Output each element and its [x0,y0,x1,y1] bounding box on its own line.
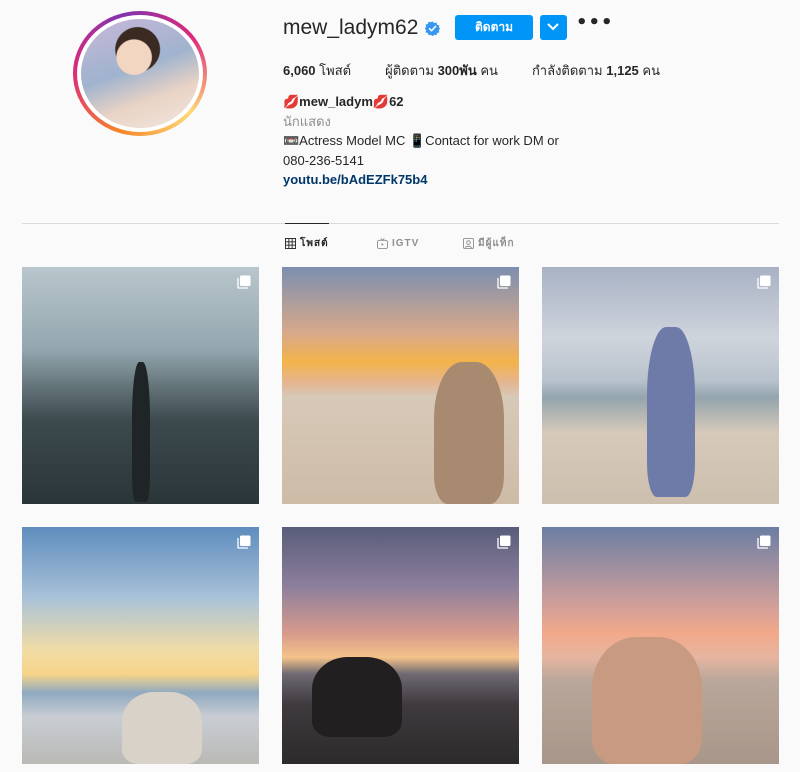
post-tile[interactable] [22,527,259,764]
multiple-posts-icon [757,275,771,289]
tab-igtv-label: IGTV [392,237,420,249]
profile-username: mew_ladym62 [283,16,419,39]
followers-count: 300พัน [437,63,477,78]
avatar-image [81,19,199,128]
tagged-icon [463,237,474,249]
followers-unit: คน [480,63,498,78]
igtv-icon [377,237,388,249]
following-count: 1,125 [606,63,639,78]
following-unit: คน [642,63,661,78]
post-tile[interactable] [282,527,519,764]
tab-posts-label: โพสต์ [300,238,329,249]
multiple-posts-icon [757,535,771,549]
more-options-button[interactable]: ••• [576,14,613,36]
profile-avatar[interactable] [73,11,207,136]
bio-category: นักแสดง [283,113,331,129]
followers-label: ผู้ติดตาม [385,63,434,78]
bio-line-1: 📼Actress Model MC 📱Contact for work DM o… [283,133,559,148]
tab-tagged[interactable]: มีผู้แท็ก [463,223,515,263]
following-stat[interactable]: กำลังติดตาม 1,125 คน [532,60,660,81]
profile-stats: 6,060 โพสต์ ผู้ติดตาม 300พัน คน กำลังติด… [283,60,694,81]
posts-count: 6,060 [283,63,316,78]
verified-badge-icon [425,21,440,36]
follow-button[interactable]: ติดตาม [455,15,533,40]
followers-stat[interactable]: ผู้ติดตาม 300พัน คน [385,60,498,81]
grid-icon [285,238,296,249]
post-tile[interactable] [542,527,779,764]
tab-igtv[interactable]: IGTV [377,223,419,263]
post-tile[interactable] [542,267,779,504]
bio-name: 💋mew_ladym💋62 [283,94,404,109]
multiple-posts-icon [497,275,511,289]
post-tile[interactable] [282,267,519,504]
tab-posts[interactable]: โพสต์ [285,223,329,263]
profile-bio: 💋mew_ladym💋62 นักแสดง 📼Actress Model MC … [283,92,663,190]
profile-header: mew_ladym62 ติดตาม ••• 6,060 โพสต์ ผู้ติ… [0,0,800,200]
bio-line-2: 080-236-5141 [283,152,364,168]
multiple-posts-icon [497,535,511,549]
suggested-accounts-dropdown-button[interactable] [540,15,567,40]
post-tile[interactable] [22,267,259,504]
following-label: กำลังติดตาม [531,63,603,78]
multiple-posts-icon [237,275,251,289]
chevron-down-icon [547,23,559,31]
multiple-posts-icon [237,535,251,549]
profile-tabs: โพสต์ IGTV มีผู้แท็ก [22,223,779,263]
bio-link[interactable]: youtu.be/bAdEZFk75b4 [283,170,663,190]
posts-stat: 6,060 โพสต์ [283,60,351,81]
posts-label: โพสต์ [319,63,352,78]
tab-tagged-label: มีผู้แท็ก [478,237,515,249]
